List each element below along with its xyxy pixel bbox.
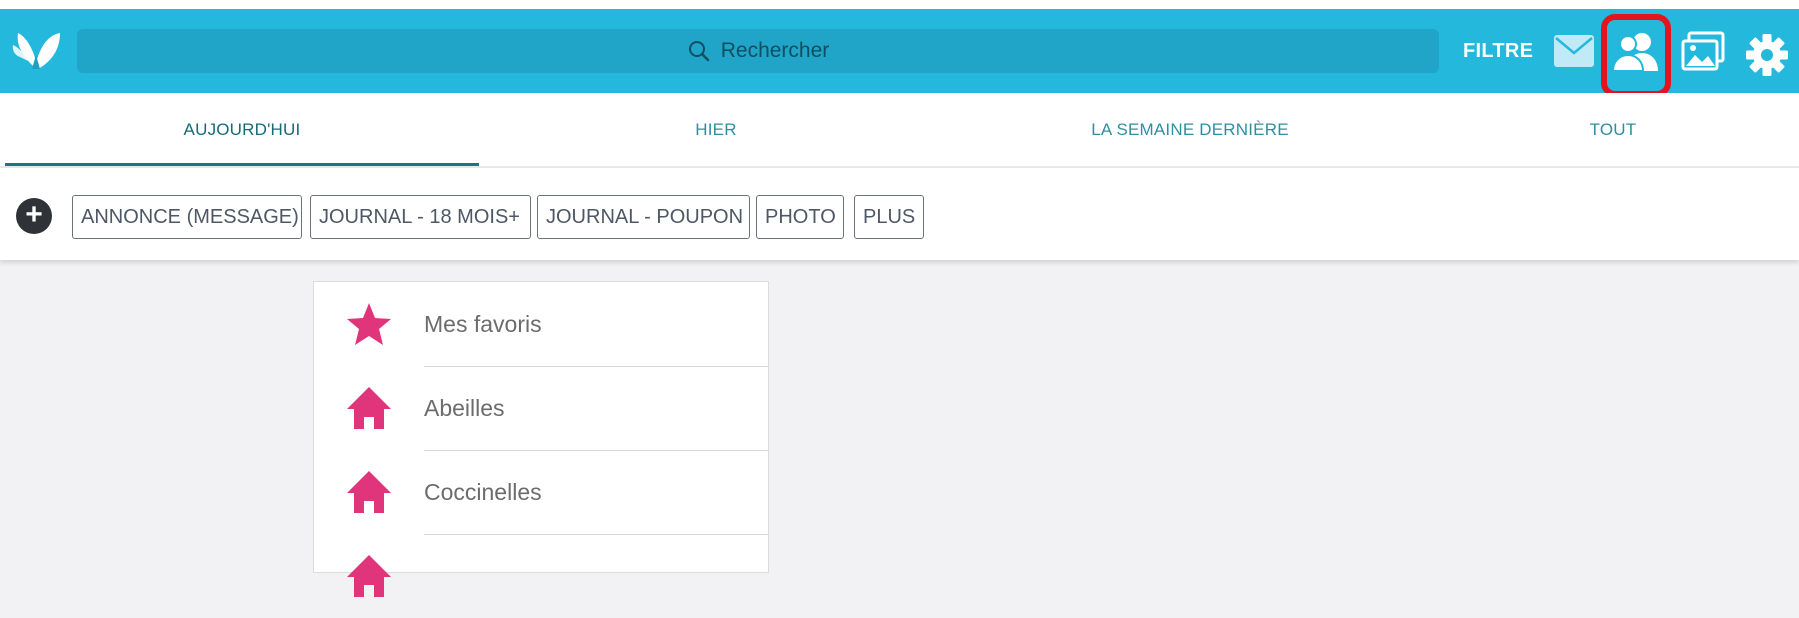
list-item-coccinelles[interactable]: Coccinelles xyxy=(314,450,768,534)
list-item-label: Mes favoris xyxy=(424,311,542,337)
group-list: Mes favoris Abeilles Coccinelles xyxy=(313,281,769,597)
filter-button[interactable]: FILTRE xyxy=(1463,39,1533,63)
journal-18-mois-button[interactable]: JOURNAL - 18 MOIS+ xyxy=(310,195,531,239)
gallery-icon[interactable] xyxy=(1681,31,1725,73)
plus-circle-icon[interactable]: + xyxy=(16,198,52,234)
home-icon xyxy=(347,471,391,513)
gear-icon[interactable] xyxy=(1745,33,1789,77)
top-strip xyxy=(0,0,1799,9)
list-item-favoris[interactable]: Mes favoris xyxy=(314,282,768,366)
action-bar: + ANNONCE (MESSAGE) JOURNAL - 18 MOIS+ J… xyxy=(0,168,1799,260)
tab-semaine-derniere[interactable]: LA SEMAINE DERNIÈRE xyxy=(953,93,1427,166)
search-placeholder: Rechercher xyxy=(720,39,830,62)
photo-button[interactable]: PHOTO xyxy=(756,195,844,239)
list-item-partial[interactable] xyxy=(314,534,768,618)
active-tab-underline xyxy=(5,163,479,166)
search-input[interactable]: Rechercher xyxy=(77,29,1439,73)
top-bar: Rechercher FILTRE xyxy=(0,9,1799,97)
tab-aujourdhui[interactable]: AUJOURD'HUI xyxy=(5,93,479,166)
mail-icon[interactable] xyxy=(1553,34,1595,68)
home-icon xyxy=(347,555,391,597)
date-tabs: AUJOURD'HUI HIER LA SEMAINE DERNIÈRE TOU… xyxy=(0,93,1799,168)
list-item-abeilles[interactable]: Abeilles xyxy=(314,366,768,450)
journal-poupon-button[interactable]: JOURNAL - POUPON xyxy=(537,195,750,239)
tab-tout[interactable]: TOUT xyxy=(1427,93,1799,166)
search-icon xyxy=(688,41,709,62)
plus-button[interactable]: PLUS xyxy=(854,195,924,239)
people-icon-highlight xyxy=(1601,14,1671,97)
star-icon xyxy=(347,303,391,345)
butterfly-logo-icon[interactable] xyxy=(10,27,62,75)
home-icon xyxy=(347,387,391,429)
list-item-label: Abeilles xyxy=(424,395,505,421)
tab-hier[interactable]: HIER xyxy=(479,93,953,166)
list-item-label: Coccinelles xyxy=(424,479,542,505)
annonce-button[interactable]: ANNONCE (MESSAGE) xyxy=(72,195,302,239)
